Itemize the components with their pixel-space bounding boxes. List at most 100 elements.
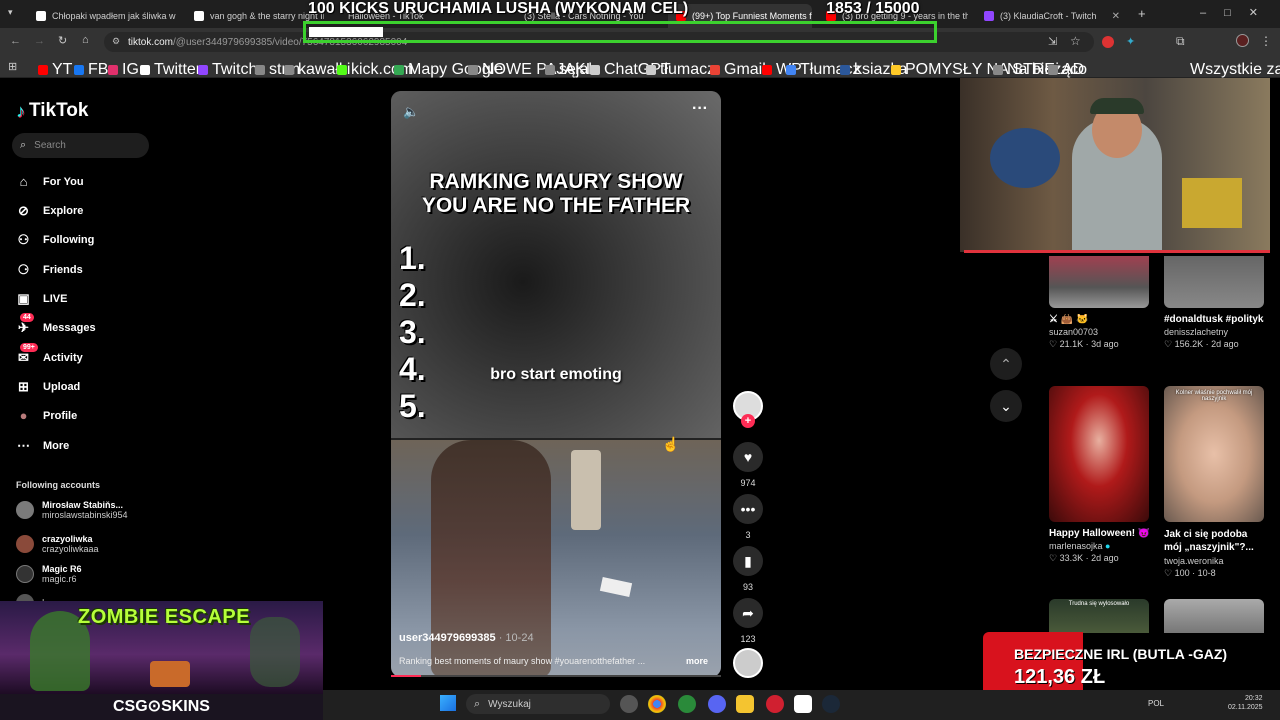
bookmark-icon [74, 65, 84, 75]
app-icon[interactable] [678, 695, 696, 713]
tiktok-logo[interactable]: ♪ TikTok [16, 100, 88, 122]
grid-video-card[interactable]: Trudna się wylosowało [1049, 599, 1149, 633]
steam-icon[interactable] [822, 695, 840, 713]
search-input[interactable]: ⌕ Search [12, 133, 149, 158]
sidebar-item-live[interactable]: ▣ LIVE [16, 291, 67, 306]
grid-video-card[interactable]: ⚔ 👜 🐱 suzan00703 ♡ 21.1K · 3d ago [1049, 256, 1149, 350]
bookmark-item[interactable]: tłumacz [646, 61, 715, 79]
bookmark-icon [198, 65, 208, 75]
sidebar-item-profile[interactable]: ● Profile [16, 408, 78, 423]
bookmark-item[interactable]: IG [108, 61, 139, 79]
new-tab-button[interactable]: + [1138, 6, 1146, 21]
chair-graphic [571, 450, 601, 530]
extension-icon[interactable]: ✦ [1126, 35, 1135, 48]
site-info-icon[interactable]: ⚙ [112, 36, 120, 47]
save-button[interactable]: ▮ 93 [733, 546, 763, 592]
sidebar-item-friends[interactable]: ⚆ Friends [16, 262, 83, 277]
card-meta: ♡ 21.1K · 3d ago [1049, 339, 1119, 349]
video-author[interactable]: user344979699385 · 10-24 [399, 632, 534, 644]
following-account[interactable]: crazyoliwka crazyoliwkaaa [16, 534, 99, 554]
window-controls[interactable]: –□✕ [1200, 6, 1276, 19]
like-button[interactable]: ♥ 974 [733, 442, 763, 488]
chrome-icon[interactable] [648, 695, 666, 713]
app-icon[interactable] [794, 695, 812, 713]
sidebar-item-activity[interactable]: ✉ 99+ Activity [16, 343, 83, 365]
back-icon[interactable]: ← [10, 35, 21, 47]
bookmark-label: YT [52, 61, 73, 78]
grid-video-card[interactable]: #donaldtusk #polityka... denisszlachetny… [1164, 256, 1264, 350]
sidebar-item-messages[interactable]: ✈ 44 Messages [16, 313, 96, 335]
video-progress-fill [391, 675, 421, 677]
next-video-button[interactable]: ⌄ [990, 390, 1022, 422]
profile-avatar[interactable] [1236, 34, 1249, 47]
taskbar-clock[interactable]: 20:32 02.11.2025 [1228, 694, 1263, 712]
video-progress-track[interactable] [391, 675, 721, 677]
share-button[interactable]: ➦ 123 [733, 598, 763, 644]
grid-video-card[interactable]: Happy Halloween! 😈... marlenasojka ● ♡ 3… [1049, 386, 1149, 564]
tiktok-icon [36, 11, 46, 21]
app-icon[interactable] [620, 695, 638, 713]
following-account[interactable]: Mirosław Stabiňs... miroslawstabinski954 [16, 500, 128, 520]
bookmark-item[interactable]: Twitch [198, 61, 257, 79]
previous-video-button[interactable]: ⌃ [990, 348, 1022, 380]
bookmark-item[interactable]: AD [1048, 61, 1084, 79]
taskbar-search[interactable]: ⌕ Wyszukaj [466, 694, 610, 714]
grid-video-card[interactable]: Kolner właśnie pochwalił mój naszyjnik J… [1164, 386, 1264, 579]
opera-icon[interactable] [766, 695, 784, 713]
reload-icon[interactable]: ↻ [58, 34, 67, 47]
extensions-puzzle-icon[interactable]: ⧉ [1176, 34, 1185, 49]
tab-search-icon[interactable]: ▾ [8, 7, 13, 18]
extension-record-icon[interactable] [1102, 36, 1114, 48]
browser-tab[interactable]: Chłopaki wpadłem jak śliwka w ✕ [28, 4, 180, 28]
bookmark-item[interactable]: sejak [545, 61, 596, 79]
bookmark-item[interactable]: Gmail [710, 61, 766, 79]
card-age: 3d ago [1091, 339, 1119, 349]
follow-plus-icon[interactable]: + [741, 414, 755, 428]
barrel-graphic [150, 661, 190, 687]
sound-disc[interactable] [733, 648, 763, 678]
language-indicator[interactable]: POL [1148, 699, 1164, 708]
notification-badge: 99+ [20, 343, 38, 352]
video-thumbnail [1049, 386, 1149, 522]
search-icon: ⌕ [474, 697, 481, 710]
headline-line: YOU ARE NO THE FATHER [421, 194, 691, 217]
search-icon: ⌕ [20, 139, 27, 151]
rank-number: 3. [399, 314, 426, 350]
bookmark-icon [710, 65, 720, 75]
tiktok-note-icon: ♪ [16, 100, 25, 121]
close-icon[interactable]: ✕ [1112, 11, 1120, 22]
bookmark-item[interactable]: Twitter [140, 61, 201, 79]
sidebar-item-more[interactable]: ⋯ More [16, 438, 69, 453]
tab-label: van gogh & the starry night II [210, 11, 324, 21]
volume-icon[interactable]: 🔈 [403, 104, 419, 120]
install-icon[interactable]: ⇲ [1048, 35, 1057, 48]
activity-icon: ✉ 99+ [16, 343, 38, 365]
following-account[interactable]: Magic R6 magic.r6 [16, 564, 82, 584]
bookmark-icon [1048, 65, 1058, 75]
more-options-icon[interactable]: ··· [692, 100, 708, 118]
bookmark-item[interactable]: YT [38, 61, 72, 79]
thumbnail-caption: Kolner właśnie pochwalił mój naszyjnik [1175, 390, 1253, 402]
following-icon: ⚇ [17, 231, 30, 247]
all-bookmarks[interactable]: Wszystkie zakładki [1190, 61, 1280, 79]
sidebar-item-for-you[interactable]: ⌂ For You [16, 174, 84, 189]
forward-icon[interactable]: → [34, 35, 45, 47]
grid-video-card[interactable] [1164, 599, 1264, 633]
paper-graphic [599, 577, 633, 597]
comment-button[interactable]: ••• 3 [733, 494, 763, 540]
home-icon[interactable]: ⌂ [82, 34, 89, 46]
browser-tab[interactable]: (3) KlaudiaCroft - Twitch ✕ [976, 4, 1128, 28]
file-explorer-icon[interactable] [736, 695, 754, 713]
more-button[interactable]: more [686, 656, 708, 666]
bookmark-item[interactable]: FB [74, 61, 108, 79]
browser-menu-icon[interactable]: ⋮ [1260, 34, 1272, 48]
apps-grid-icon[interactable]: ⊞ [8, 60, 17, 73]
bookmark-icon: ▮ [733, 546, 763, 576]
bookmark-label: Twitch [212, 61, 258, 78]
bookmark-star-icon[interactable]: ☆ [1070, 34, 1081, 48]
sidebar-item-explore[interactable]: ⊘ Explore [16, 203, 83, 218]
windows-start-icon[interactable] [440, 695, 456, 711]
sidebar-item-upload[interactable]: ⊞ Upload [16, 379, 80, 394]
sidebar-item-following[interactable]: ⚇ Following [16, 231, 95, 247]
discord-icon[interactable] [708, 695, 726, 713]
